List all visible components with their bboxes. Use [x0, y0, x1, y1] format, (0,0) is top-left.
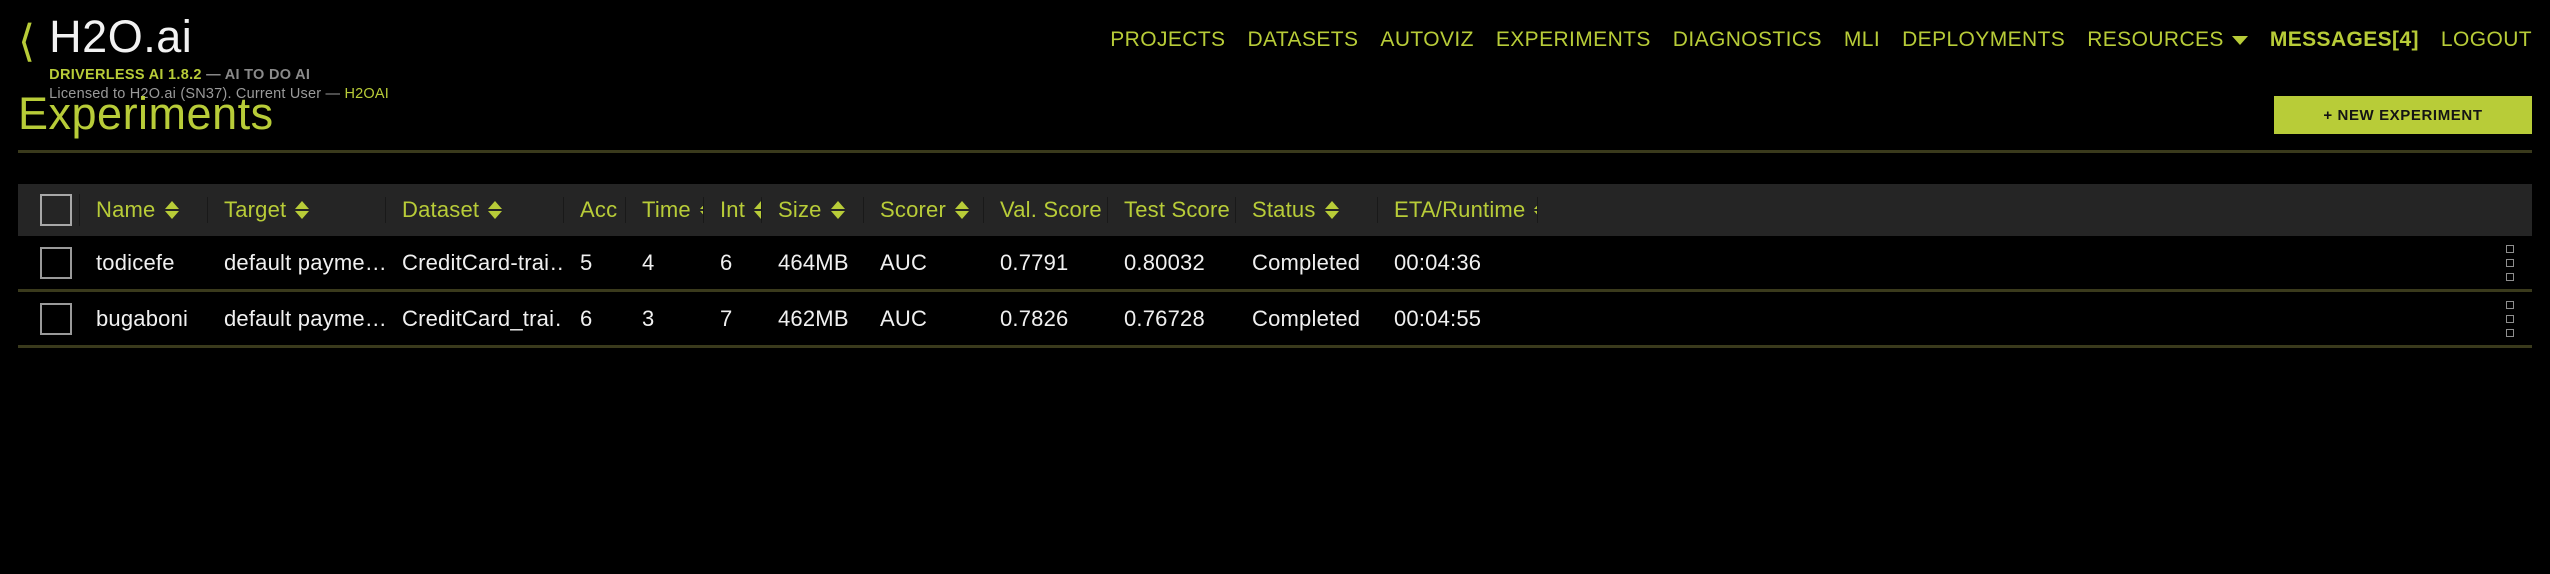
table-row[interactable]: bugaboni default payme… CreditCard_trai…… [18, 292, 2532, 348]
column-header-dataset-label: Dataset [402, 197, 480, 222]
cell-size: 464MB [778, 249, 849, 275]
product-name: DRIVERLESS AI 1.8.2 [49, 67, 202, 83]
column-header-scorer-label: Scorer [880, 197, 946, 222]
cell-time: 3 [642, 305, 655, 331]
column-header-name[interactable]: Name [80, 197, 208, 223]
top-bar: ⟨ H2O.ai DRIVERLESS AI 1.8.2 — AI TO DO … [0, 0, 2550, 153]
column-header-scorer[interactable]: Scorer [864, 197, 984, 223]
row-actions-cell[interactable] [1538, 244, 2532, 281]
column-header-val-score-label: Val. Score [1000, 197, 1102, 222]
cell-target: default payme… [224, 305, 386, 331]
nav-item-resources-label: RESOURCES [2087, 28, 2224, 51]
cell-scorer: AUC [880, 305, 928, 331]
nav-item-messages[interactable]: MESSAGES[4] [2270, 28, 2419, 52]
cell-dataset: CreditCard-trai… [402, 249, 564, 275]
nav-item-resources[interactable]: RESOURCES [2087, 28, 2248, 52]
column-header-status[interactable]: Status [1236, 197, 1378, 223]
column-header-target[interactable]: Target [208, 197, 386, 223]
column-header-eta-runtime[interactable]: ETA/Runtime [1378, 197, 1538, 223]
cell-scorer: AUC [880, 249, 928, 275]
product-version-line: DRIVERLESS AI 1.8.2 — AI TO DO AI [49, 67, 389, 83]
row-select-cell[interactable] [18, 302, 80, 335]
cell-acc: 5 [580, 249, 593, 275]
sort-icon[interactable] [1534, 201, 1537, 219]
table-header-row: Name Target Dataset Acc Time Int Size Sc… [18, 184, 2532, 236]
cell-acc: 6 [580, 305, 593, 331]
row-select-cell[interactable] [18, 246, 80, 279]
column-header-acc-label: Acc [580, 197, 618, 222]
experiments-page: ⟨ H2O.ai DRIVERLESS AI 1.8.2 — AI TO DO … [0, 0, 2550, 574]
cell-status: Completed [1252, 249, 1361, 275]
column-header-eta-runtime-label: ETA/Runtime [1394, 197, 1526, 222]
column-header-val-score[interactable]: Val. Score [984, 197, 1108, 223]
column-header-size-label: Size [778, 197, 822, 222]
table-row[interactable]: todicefe default payme… CreditCard-trai…… [18, 236, 2532, 292]
nav-item-autoviz[interactable]: AUTOVIZ [1380, 28, 1473, 52]
product-tagline: — AI TO DO AI [201, 67, 311, 83]
column-header-name-label: Name [96, 197, 156, 222]
sort-icon[interactable] [754, 201, 761, 219]
column-header-int-label: Int [720, 197, 746, 222]
nav-item-deployments[interactable]: DEPLOYMENTS [1902, 28, 2065, 52]
cell-eta-runtime: 00:04:36 [1394, 249, 1482, 275]
column-header-time[interactable]: Time [626, 197, 704, 223]
sort-icon[interactable] [830, 201, 845, 219]
page-title-row: Experiments + NEW EXPERIMENT [0, 88, 2550, 153]
nav-item-projects[interactable]: PROJECTS [1110, 28, 1225, 52]
select-all-cell[interactable] [18, 194, 80, 226]
main-navigation: PROJECTS DATASETS AUTOVIZ EXPERIMENTS DI… [1110, 28, 2532, 52]
column-header-acc[interactable]: Acc [564, 197, 626, 223]
cell-val-score: 0.7826 [1000, 305, 1069, 331]
select-all-checkbox[interactable] [40, 194, 72, 226]
column-header-dataset[interactable]: Dataset [386, 197, 564, 223]
cell-val-score: 0.7791 [1000, 249, 1069, 275]
cell-name[interactable]: todicefe [80, 250, 208, 276]
row-actions-cell[interactable] [1538, 300, 2532, 337]
chevron-left-icon[interactable]: ⟨ [18, 20, 35, 64]
column-header-status-label: Status [1252, 197, 1316, 222]
row-checkbox[interactable] [40, 246, 72, 279]
new-experiment-button[interactable]: + NEW EXPERIMENT [2274, 96, 2532, 134]
cell-test-score: 0.76728 [1124, 305, 1205, 331]
cell-size: 462MB [778, 305, 849, 331]
sort-icon[interactable] [488, 201, 503, 219]
sort-icon[interactable] [295, 201, 310, 219]
nav-item-diagnostics[interactable]: DIAGNOSTICS [1673, 28, 1822, 52]
cell-target: default payme… [224, 249, 386, 275]
experiments-table: Name Target Dataset Acc Time Int Size Sc… [18, 184, 2532, 348]
chevron-down-icon [2231, 35, 2248, 45]
title-divider [18, 150, 2532, 153]
column-header-test-score-label: Test Score [1124, 197, 1230, 222]
cell-int: 7 [720, 305, 733, 331]
cell-name[interactable]: bugaboni [80, 306, 208, 332]
column-header-int[interactable]: Int [704, 197, 762, 223]
page-title: Experiments [18, 88, 274, 139]
cell-int: 6 [720, 249, 733, 275]
more-options-icon[interactable] [2506, 244, 2514, 281]
brand-title: H2O.ai [49, 11, 193, 62]
more-options-icon[interactable] [2506, 300, 2514, 337]
sort-icon[interactable] [955, 201, 969, 219]
sort-icon[interactable] [164, 201, 179, 219]
nav-item-experiments[interactable]: EXPERIMENTS [1496, 28, 1651, 52]
sort-icon[interactable] [1324, 201, 1339, 219]
row-checkbox[interactable] [40, 302, 72, 335]
cell-status: Completed [1252, 305, 1361, 331]
cell-eta-runtime: 00:04:55 [1394, 305, 1482, 331]
nav-item-logout[interactable]: LOGOUT [2441, 28, 2532, 52]
cell-dataset: CreditCard_trai… [402, 305, 564, 331]
column-header-target-label: Target [224, 197, 287, 222]
nav-item-mli[interactable]: MLI [1844, 28, 1880, 52]
cell-test-score: 0.80032 [1124, 249, 1205, 275]
column-header-test-score[interactable]: Test Score [1108, 197, 1236, 223]
nav-item-datasets[interactable]: DATASETS [1247, 28, 1358, 52]
column-header-size[interactable]: Size [762, 197, 864, 223]
column-header-time-label: Time [642, 197, 691, 222]
cell-time: 4 [642, 249, 655, 275]
